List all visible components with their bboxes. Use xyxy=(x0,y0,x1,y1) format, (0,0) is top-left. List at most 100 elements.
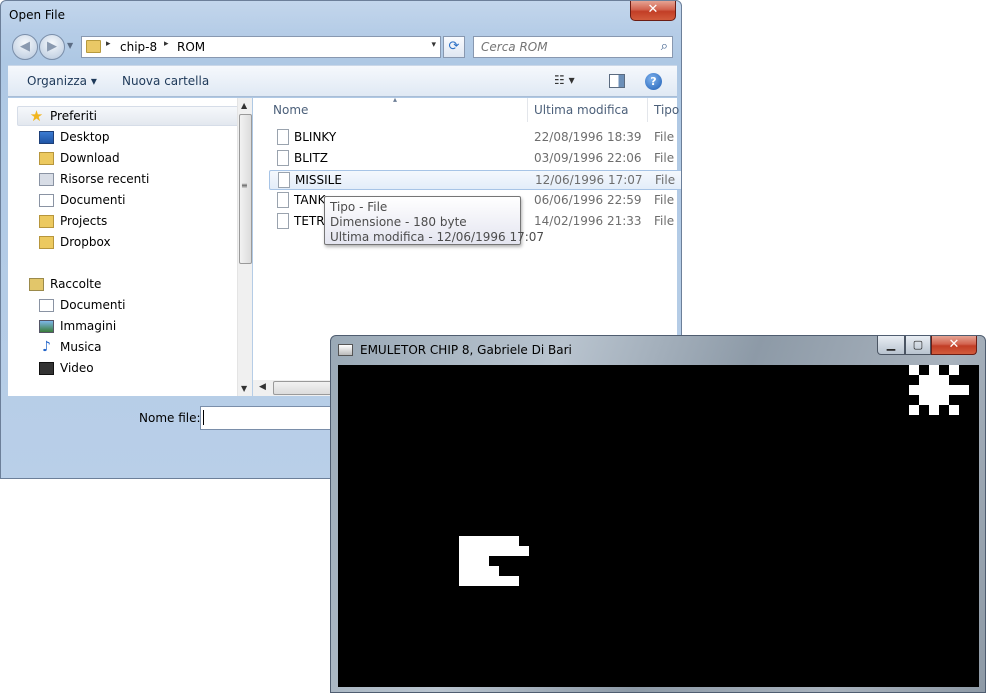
application-icon[interactable] xyxy=(338,344,353,356)
nav-label: Risorse recenti xyxy=(60,172,150,186)
breadcrumb-separator-icon[interactable]: ▸ xyxy=(106,39,111,49)
file-type: File xyxy=(654,193,675,207)
nav-favorites[interactable]: ★ Preferiti xyxy=(17,106,243,126)
file-info-tooltip: Tipo - File Dimensione - 180 byte Ultima… xyxy=(324,196,545,245)
back-button[interactable]: ◀ xyxy=(12,34,38,60)
libraries-icon xyxy=(29,278,44,291)
scrollbar-grip-icon: ≡ xyxy=(241,181,248,190)
file-icon xyxy=(277,129,289,145)
search-icon[interactable]: ⌕ xyxy=(661,39,668,54)
nav-label: Raccolte xyxy=(50,277,102,291)
file-row-hovered[interactable]: MISSILE 12/06/1996 17:07 File xyxy=(269,170,681,190)
nav-label: Documenti xyxy=(60,298,126,312)
scroll-down-icon[interactable]: ▼ xyxy=(241,384,247,393)
dropbox-folder-icon xyxy=(39,236,54,249)
nav-item-download[interactable]: Download xyxy=(8,149,234,169)
file-type: File xyxy=(654,130,675,144)
nav-item-projects[interactable]: Projects xyxy=(8,212,234,232)
file-name: BLITZ xyxy=(294,151,329,165)
navigation-scrollbar[interactable]: ▲ ≡ ▼ xyxy=(237,98,252,396)
nav-item-desktop[interactable]: Desktop xyxy=(8,128,234,148)
nav-label: Download xyxy=(60,151,120,165)
emulator-close-button[interactable]: ✕ xyxy=(931,336,977,355)
column-divider[interactable] xyxy=(647,98,648,122)
nav-libraries[interactable]: Raccolte xyxy=(8,275,234,295)
nav-item-recent[interactable]: Risorse recenti xyxy=(8,170,234,190)
file-type: File xyxy=(654,214,675,228)
target-sprite-pixel xyxy=(949,365,959,375)
column-header-name[interactable]: Nome xyxy=(273,103,308,117)
breadcrumb-separator-icon[interactable]: ▸ xyxy=(164,39,169,49)
music-note-icon: ♪ xyxy=(42,339,51,355)
target-sprite-pixel xyxy=(929,365,939,375)
file-name-label: Nome file: xyxy=(139,411,201,425)
file-row[interactable]: BLITZ 03/09/1996 22:06 File xyxy=(269,149,681,169)
search-input[interactable] xyxy=(481,39,651,55)
back-arrow-icon: ◀ xyxy=(20,39,30,54)
address-dropdown-icon[interactable]: ▾ xyxy=(431,40,436,50)
breadcrumb-rom[interactable]: ROM xyxy=(177,40,205,54)
file-date: 14/02/1996 21:33 xyxy=(534,214,642,228)
minimize-button[interactable]: ▁ xyxy=(877,336,905,355)
projects-folder-icon xyxy=(39,215,54,228)
emulator-title: EMULETOR CHIP 8, Gabriele Di Bari xyxy=(360,343,572,357)
recent-places-icon xyxy=(39,173,54,186)
dialog-close-button[interactable]: ✕ xyxy=(630,1,676,21)
target-sprite-pixel xyxy=(909,365,919,375)
file-type: File xyxy=(655,173,676,187)
refresh-icon: ⟳ xyxy=(448,39,460,54)
nav-item-video[interactable]: Video xyxy=(8,359,234,379)
launcher-sprite-nose xyxy=(499,546,529,556)
target-sprite-pixel xyxy=(909,405,919,415)
file-date: 03/09/1996 22:06 xyxy=(534,151,642,165)
images-icon xyxy=(39,320,54,333)
refresh-button[interactable]: ⟳ xyxy=(443,36,465,58)
nav-label: Desktop xyxy=(60,130,110,144)
forward-arrow-icon: ▶ xyxy=(47,39,57,54)
target-sprite-pixel xyxy=(929,405,939,415)
command-toolbar: Organizza ▾ Nuova cartella ☷ ▾ ? xyxy=(8,65,677,97)
recent-locations-dropdown[interactable]: ▼ xyxy=(67,41,73,50)
tooltip-size: Dimensione - 180 byte xyxy=(330,215,467,229)
file-name: BLINKY xyxy=(294,130,337,144)
column-divider[interactable] xyxy=(527,98,528,122)
file-name-input[interactable] xyxy=(200,406,340,430)
chip8-display[interactable] xyxy=(338,365,979,687)
breadcrumb-chip-8[interactable]: chip-8 xyxy=(120,40,157,54)
launcher-sprite-hole xyxy=(489,556,499,566)
launcher-sprite-bottom xyxy=(459,576,519,586)
target-sprite-pixel xyxy=(949,405,959,415)
launcher-sprite-top xyxy=(459,536,519,546)
scroll-up-icon[interactable]: ▲ xyxy=(241,101,247,110)
scroll-left-icon[interactable]: ◀ xyxy=(259,382,266,392)
desktop-icon xyxy=(39,131,54,144)
tooltip-modified: Ultima modifica - 12/06/1996 17:07 xyxy=(330,230,545,244)
help-button[interactable]: ? xyxy=(645,73,662,90)
search-box[interactable]: ⌕ xyxy=(473,36,673,58)
file-name: MISSILE xyxy=(295,173,342,187)
view-options-button[interactable]: ☷ ▾ xyxy=(554,73,575,87)
address-bar[interactable]: ▸ chip-8 ▸ ROM ▾ xyxy=(81,36,441,58)
file-date: 22/08/1996 18:39 xyxy=(534,130,642,144)
nav-label: Preferiti xyxy=(50,109,97,123)
new-folder-button[interactable]: Nuova cartella xyxy=(122,74,209,88)
column-header-type[interactable]: Tipo xyxy=(654,103,679,117)
preview-pane-icon[interactable] xyxy=(609,74,625,88)
nav-item-music[interactable]: ♪ Musica xyxy=(8,338,234,358)
nav-item-images[interactable]: Immagini xyxy=(8,317,234,337)
documents-icon xyxy=(39,299,54,312)
text-caret xyxy=(203,410,204,425)
organize-button[interactable]: Organizza ▾ xyxy=(27,74,97,88)
dialog-title: Open File xyxy=(9,8,65,22)
file-row[interactable]: BLINKY 22/08/1996 18:39 File xyxy=(269,128,681,148)
nav-item-lib-documents[interactable]: Documenti xyxy=(8,296,234,316)
sort-ascending-icon: ▴ xyxy=(393,95,398,104)
file-date: 06/06/1996 22:59 xyxy=(534,193,642,207)
forward-button[interactable]: ▶ xyxy=(39,34,65,60)
column-header-modified[interactable]: Ultima modifica xyxy=(534,103,629,117)
nav-label: Documenti xyxy=(60,193,126,207)
nav-item-documents[interactable]: Documenti xyxy=(8,191,234,211)
maximize-button[interactable]: ▢ xyxy=(905,336,931,355)
nav-item-dropbox[interactable]: Dropbox xyxy=(8,233,234,253)
file-icon xyxy=(277,213,289,229)
